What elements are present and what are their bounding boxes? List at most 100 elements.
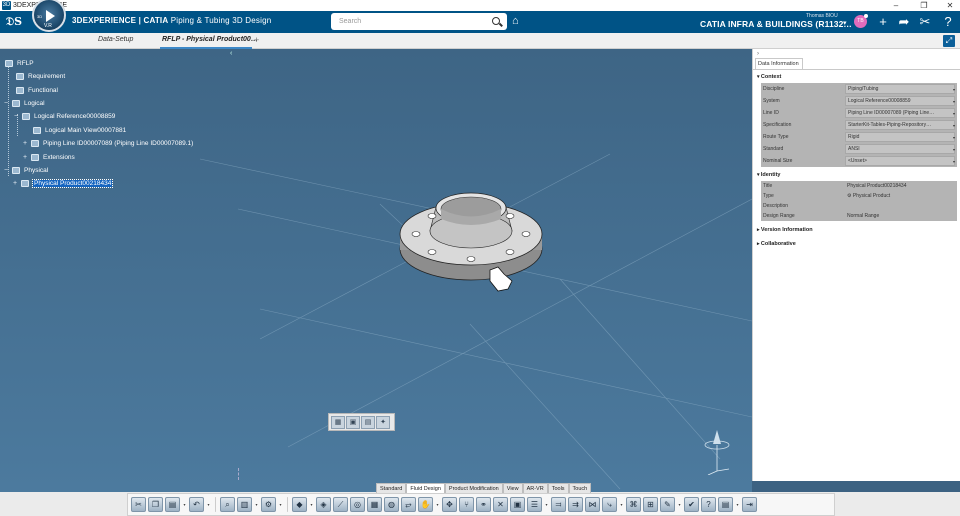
dropdown-icon[interactable]: ▾ <box>435 502 440 507</box>
dropdown-icon[interactable]: ▾ <box>309 502 314 507</box>
avatar[interactable]: TB <box>854 14 868 28</box>
tab-product-modification[interactable]: Product Modification <box>444 483 503 493</box>
hand-icon[interactable]: ✋ <box>418 497 433 512</box>
copy-icon[interactable]: ❐ <box>148 497 163 512</box>
tree-item-logical[interactable]: − Logical <box>4 98 45 109</box>
cut-icon[interactable]: ✂ <box>131 497 146 512</box>
add-tab-button[interactable]: + <box>254 35 259 45</box>
tab-touch[interactable]: Touch <box>568 483 592 493</box>
dropdown-icon[interactable]: ▾ <box>735 502 740 507</box>
expand-icon[interactable]: + <box>23 152 30 163</box>
part-icon[interactable]: ◈ <box>316 497 331 512</box>
delete-icon[interactable]: ✕ <box>493 497 508 512</box>
collapse-icon[interactable]: − <box>4 165 11 176</box>
properties-icon[interactable]: ▤ <box>361 416 375 429</box>
tree-item-physical-product[interactable]: + Physical Product00218434 <box>13 178 114 189</box>
prop-value[interactable]: Normal Range <box>845 212 955 222</box>
tag-icon[interactable]: ⌂ <box>512 16 523 27</box>
share-icon[interactable]: ➦ <box>897 15 911 29</box>
prop-value[interactable]: StarterKit-Tables-Piping-Repository… <box>845 120 955 130</box>
tab-data-information[interactable]: Data Information <box>755 58 803 69</box>
dropdown-icon[interactable]: ▾ <box>182 502 187 507</box>
tree-collapse-button[interactable]: ‹ <box>230 50 232 57</box>
prop-value[interactable]: <Unset> <box>845 156 955 166</box>
globe-icon[interactable]: ◍ <box>384 497 399 512</box>
minimize-button[interactable]: – <box>888 0 904 11</box>
frame-icon[interactable]: ▣ <box>346 416 360 429</box>
zoom-icon[interactable]: ⌕ <box>220 497 235 512</box>
add-icon[interactable]: + <box>876 15 890 29</box>
valve-icon[interactable]: ⋈ <box>585 497 600 512</box>
expand-icon[interactable]: + <box>23 138 30 149</box>
tools-icon[interactable]: ✂ <box>918 15 932 29</box>
close-button[interactable]: ✕ <box>942 0 958 11</box>
pipe-icon[interactable]: ⟋ <box>333 497 348 512</box>
bulb-icon[interactable]: ✦ <box>376 416 390 429</box>
tab-tools[interactable]: Tools <box>547 483 569 493</box>
capture-icon[interactable]: ◎ <box>350 497 365 512</box>
dropdown-icon[interactable]: ▾ <box>254 502 259 507</box>
dassault-logo-icon[interactable]: 𝔇S <box>6 15 22 29</box>
dropdown-icon[interactable]: ▾ <box>677 502 682 507</box>
frame-icon[interactable]: ▣ <box>510 497 525 512</box>
dropdown-icon[interactable]: ▾ <box>953 156 955 168</box>
prop-value[interactable]: Piping/Tubing <box>845 84 955 94</box>
tab-rflp-physical-product[interactable]: RFLP - Physical Product00… <box>162 36 258 43</box>
collapse-icon[interactable]: − <box>4 98 11 109</box>
tree-item-logical-reference[interactable]: − Logical Reference00008859 <box>14 111 115 122</box>
network-icon[interactable]: ⌘ <box>626 497 641 512</box>
fullscreen-icon[interactable]: ⤢ <box>943 35 955 47</box>
bend-icon[interactable]: ⤷ <box>602 497 617 512</box>
tab-view[interactable]: View <box>502 483 523 493</box>
table-icon[interactable]: ▤ <box>718 497 733 512</box>
check-icon[interactable]: ✔ <box>684 497 699 512</box>
list-icon[interactable]: ☰ <box>527 497 542 512</box>
sketch-icon[interactable]: ✎ <box>660 497 675 512</box>
tree-item-physical[interactable]: − Physical <box>4 165 48 176</box>
tab-fluid-design[interactable]: Fluid Design <box>406 483 445 493</box>
array-icon[interactable]: ⊞ <box>643 497 658 512</box>
tree-item-piping-line[interactable]: + Piping Line ID00007089 (Piping Line ID0… <box>23 138 193 149</box>
panel-collapse-icon[interactable]: › <box>757 51 759 57</box>
grid-icon[interactable]: ▦ <box>367 497 382 512</box>
table-icon[interactable]: ▦ <box>331 416 345 429</box>
section-collaborative[interactable]: Collaborative <box>757 241 796 247</box>
dropdown-icon[interactable]: ▾ <box>619 502 624 507</box>
dropdown-icon[interactable]: ▾ <box>206 502 211 507</box>
branch-icon[interactable]: ⑂ <box>459 497 474 512</box>
search-icon[interactable] <box>492 17 500 25</box>
split-icon[interactable]: ⫤ <box>551 497 566 512</box>
product-icon[interactable]: ◆ <box>292 497 307 512</box>
query-icon[interactable]: ? <box>701 497 716 512</box>
route-icon[interactable]: ⥂ <box>401 497 416 512</box>
book-icon[interactable]: ▥ <box>237 497 252 512</box>
dropdown-icon[interactable]: ▾ <box>544 502 549 507</box>
platform-name[interactable]: CATIA INFRA & BUILDINGS (R1132… <box>700 19 852 29</box>
prop-value[interactable]: Logical Reference00008859 <box>845 96 955 106</box>
section-identity[interactable]: Identity <box>757 172 781 178</box>
tree-item-functional[interactable]: Functional <box>16 85 58 96</box>
expand-icon[interactable]: + <box>13 178 20 189</box>
tree-item-extensions[interactable]: + Extensions <box>23 152 75 163</box>
help-icon[interactable]: ? <box>941 15 955 29</box>
paste-icon[interactable]: ▤ <box>165 497 180 512</box>
tree-item-logical-main-view[interactable]: Logical Main View00007881 <box>33 125 126 136</box>
search-input[interactable]: Search <box>331 13 507 30</box>
maximize-button[interactable]: ❐ <box>916 0 932 11</box>
move-icon[interactable]: ✥ <box>442 497 457 512</box>
connect-icon[interactable]: ⚭ <box>476 497 491 512</box>
settings-icon[interactable]: ⚙ <box>261 497 276 512</box>
collapse-icon[interactable]: − <box>14 111 21 122</box>
prop-value[interactable]: Piping Line ID00007089 (Piping Line… <box>845 108 955 118</box>
tab-data-setup[interactable]: Data-Setup <box>98 36 133 43</box>
tab-standard[interactable]: Standard <box>376 483 407 493</box>
section-version-information[interactable]: Version Information <box>757 227 813 233</box>
flow-icon[interactable]: ⇉ <box>568 497 583 512</box>
chevron-down-icon[interactable]: ▾ <box>843 19 847 27</box>
tree-item-rflp[interactable]: RFLP <box>5 58 34 69</box>
tree-item-requirement[interactable]: Requirement <box>16 71 65 82</box>
export-icon[interactable]: ⇥ <box>742 497 757 512</box>
prop-value[interactable]: Rigid <box>845 132 955 142</box>
prop-value[interactable]: ANSI <box>845 144 955 154</box>
dropdown-icon[interactable]: ▾ <box>278 502 283 507</box>
